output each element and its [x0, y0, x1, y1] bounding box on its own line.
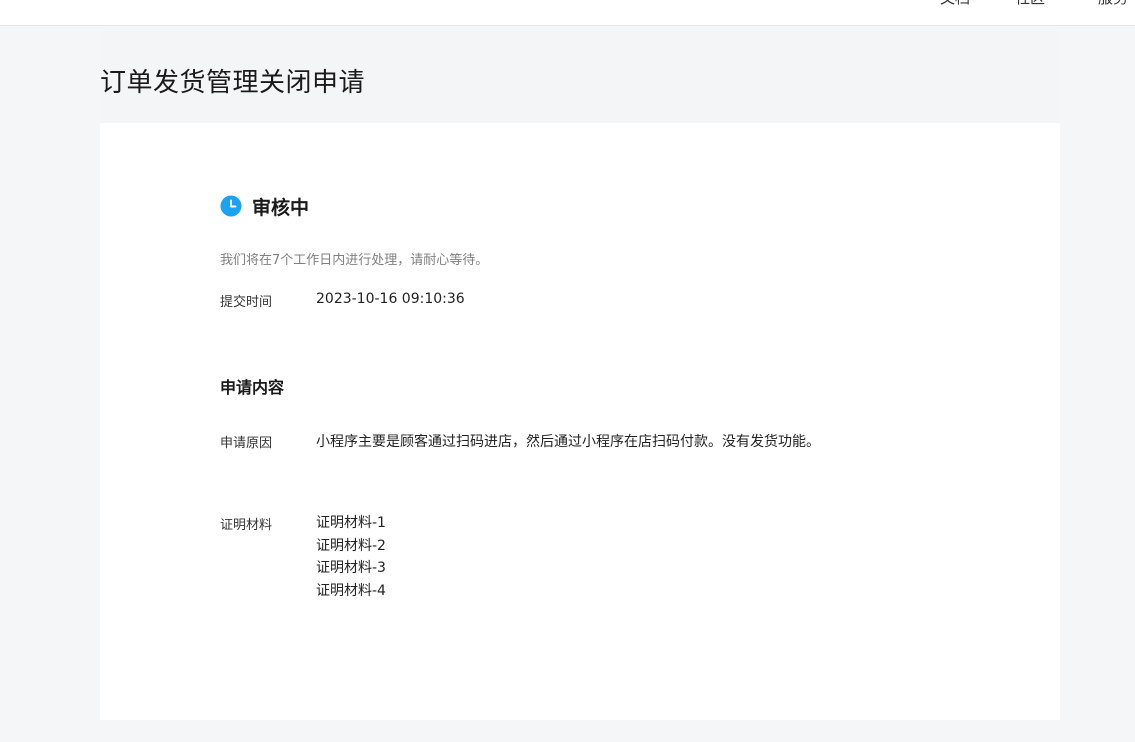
materials-label: 证明材料 [220, 518, 273, 533]
material-item[interactable]: 证明材料-3 [316, 557, 386, 580]
nav-item-services[interactable]: 服务 [1098, 0, 1128, 8]
nav-item-community[interactable]: 社区 [1015, 0, 1045, 8]
material-item[interactable]: 证明材料-4 [316, 580, 386, 603]
material-item[interactable]: 证明材料-1 [316, 512, 386, 535]
status-label: 审核中 [252, 196, 310, 219]
clock-icon [220, 195, 242, 217]
section-title-application: 申请内容 [220, 378, 285, 397]
status-row: 审核中 [220, 193, 309, 219]
nav-item-docs[interactable]: 文档 [940, 0, 970, 8]
submit-time-value: 2023-10-16 09:10:36 [316, 291, 465, 307]
status-description: 我们将在7个工作日内进行处理，请耐心等待。 [220, 253, 489, 268]
reason-label: 申请原因 [220, 436, 273, 451]
materials-list: 证明材料-1 证明材料-2 证明材料-3 证明材料-4 [316, 512, 386, 602]
reason-value: 小程序主要是顾客通过扫码进店，然后通过小程序在店扫码付款。没有发货功能。 [316, 434, 820, 450]
submit-time-label: 提交时间 [220, 295, 273, 310]
material-item[interactable]: 证明材料-2 [316, 535, 386, 558]
top-navigation-bar: 文档 社区 服务 [0, 0, 1135, 26]
page-title: 订单发货管理关闭申请 [100, 68, 366, 98]
